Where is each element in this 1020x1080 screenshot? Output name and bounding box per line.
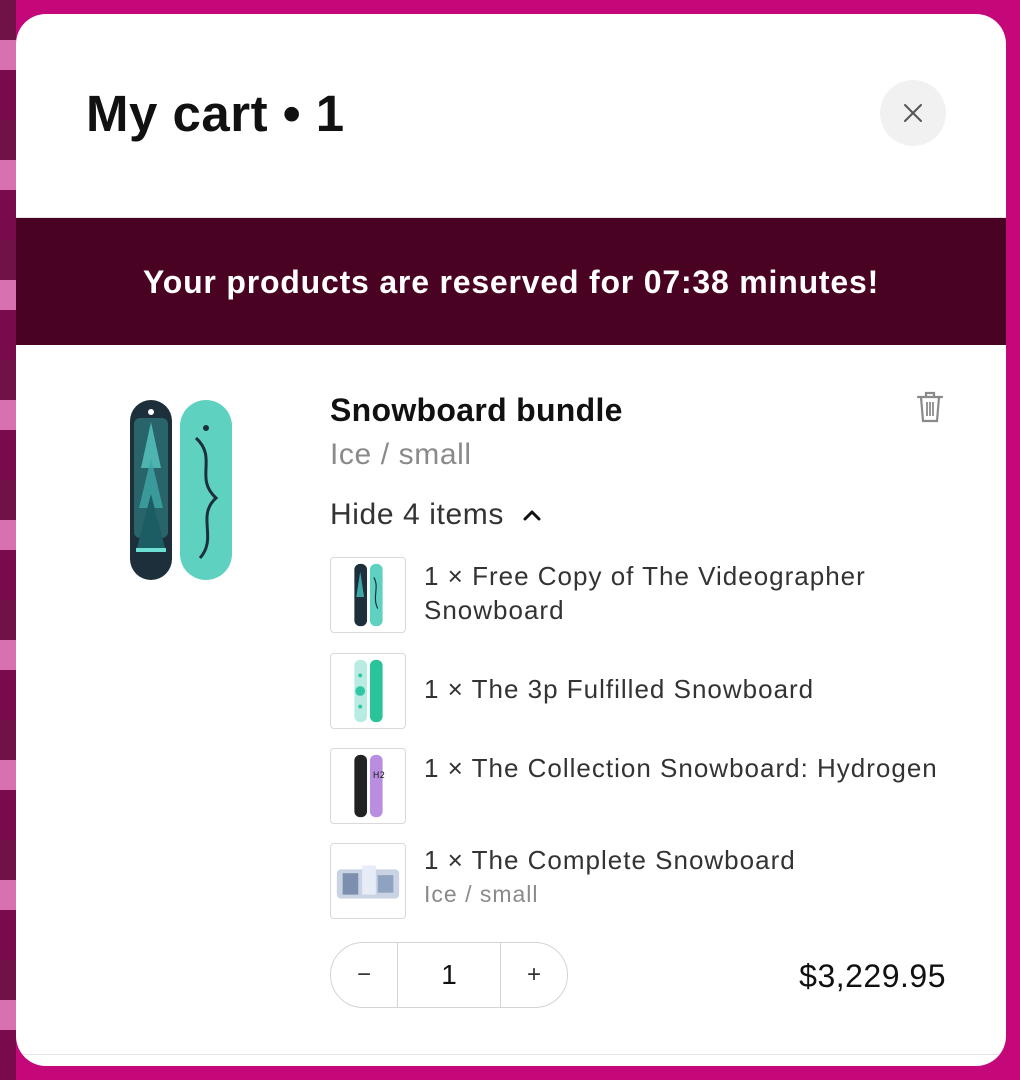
bundle-item-text: 1 × Free Copy of The Videographer Snowbo… bbox=[424, 561, 866, 625]
bundle-toggle-label: Hide 4 items bbox=[330, 498, 504, 531]
product-variant: Ice / small bbox=[330, 438, 472, 471]
bundle-toggle[interactable]: Hide 4 items bbox=[330, 498, 544, 532]
line-item-price: $3,229.95 bbox=[799, 958, 946, 994]
cart-title: My cart • 1 bbox=[86, 85, 345, 142]
bundle-item-variant: Ice / small bbox=[424, 881, 539, 907]
trash-icon bbox=[916, 391, 944, 422]
divider bbox=[16, 1054, 1006, 1055]
bundle-item-image bbox=[330, 557, 406, 633]
bundle-item-image bbox=[330, 653, 406, 729]
bundle-item-image: H2 bbox=[330, 748, 406, 824]
bundle-item-text: 1 × The Complete Snowboard bbox=[424, 845, 796, 875]
bundle-item-text: 1 × The 3p Fulfilled Snowboard bbox=[424, 674, 815, 704]
svg-text:H2: H2 bbox=[373, 771, 385, 781]
quantity-stepper: − 1 + bbox=[330, 942, 568, 1008]
increase-quantity-button[interactable]: + bbox=[501, 943, 567, 1007]
close-button[interactable] bbox=[880, 80, 946, 146]
bundle-item-text-block: 1 × The Complete Snowboard Ice / small bbox=[424, 843, 944, 911]
product-image bbox=[130, 400, 232, 580]
cart-drawer: My cart • 1 Your products are reserved f… bbox=[16, 14, 1006, 1066]
quantity-value: 1 bbox=[397, 943, 501, 1007]
bundle-item: 1 × The Complete Snowboard Ice / small bbox=[330, 843, 950, 919]
chevron-up-icon bbox=[523, 510, 541, 521]
bundle-item: 1 × The 3p Fulfilled Snowboard bbox=[330, 653, 950, 729]
page-backdrop bbox=[0, 0, 16, 1080]
cart-header: My cart • 1 bbox=[16, 14, 1006, 218]
remove-item-button[interactable] bbox=[912, 388, 948, 428]
product-title[interactable]: Snowboard bundle bbox=[330, 392, 623, 429]
reservation-banner: Your products are reserved for 07:38 min… bbox=[16, 218, 1006, 345]
bundle-item: 1 × Free Copy of The Videographer Snowbo… bbox=[330, 557, 950, 633]
bundle-item-image bbox=[330, 843, 406, 919]
decrease-quantity-button[interactable]: − bbox=[331, 943, 397, 1007]
close-icon bbox=[904, 104, 922, 122]
bundle-item-text: 1 × The Collection Snowboard: Hydrogen bbox=[424, 753, 938, 783]
reservation-text: Your products are reserved for 07:38 min… bbox=[142, 264, 880, 300]
bundle-item: H2 1 × The Collection Snowboard: Hydroge… bbox=[330, 748, 950, 824]
